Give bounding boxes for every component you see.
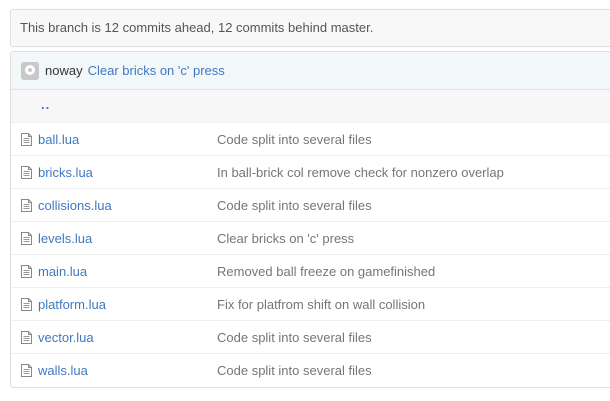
file-icon <box>21 198 32 212</box>
file-icon <box>21 264 32 278</box>
file-name-link[interactable]: main.lua <box>38 264 217 279</box>
file-row: levels.lua Clear bricks on 'c' press <box>11 222 610 255</box>
file-icon <box>21 364 32 377</box>
parent-directory-link[interactable]: .. <box>41 97 50 112</box>
file-icon <box>21 231 32 245</box>
file-name-link[interactable]: levels.lua <box>38 231 217 246</box>
file-commit-message-link[interactable]: Removed ball freeze on gamefinished <box>217 264 435 279</box>
file-row: walls.lua Code split into several files <box>11 354 610 387</box>
file-name-link[interactable]: bricks.lua <box>38 165 217 180</box>
file-row: vector.lua Code split into several files <box>11 321 610 354</box>
avatar[interactable] <box>21 61 39 80</box>
file-commit-message-link[interactable]: Code split into several files <box>217 132 372 147</box>
file-icon <box>21 132 32 146</box>
parent-directory-row[interactable]: .. <box>11 90 610 123</box>
branch-status-bar: This branch is 12 commits ahead, 12 comm… <box>10 9 610 47</box>
file-commit-message-link[interactable]: In ball-brick col remove check for nonze… <box>217 165 504 180</box>
commit-message-link[interactable]: Clear bricks on 'c' press <box>88 63 225 78</box>
file-list: noway Clear bricks on 'c' press .. ball.… <box>10 51 610 388</box>
file-name-link[interactable]: collisions.lua <box>38 198 217 213</box>
file-commit-message-link[interactable]: Fix for platfrom shift on wall collision <box>217 297 425 312</box>
file-icon <box>21 165 32 179</box>
file-commit-message-link[interactable]: Code split into several files <box>217 198 372 213</box>
file-icon <box>21 297 32 311</box>
file-row: bricks.lua In ball-brick col remove check… <box>11 156 610 189</box>
repo-file-browser: This branch is 12 commits ahead, 12 comm… <box>10 9 610 388</box>
file-name-link[interactable]: platform.lua <box>38 297 217 312</box>
file-row: platform.lua Fix for platfrom shift on wa… <box>11 288 610 321</box>
file-name-link[interactable]: walls.lua <box>38 363 217 378</box>
file-commit-message-link[interactable]: Code split into several files <box>217 330 372 345</box>
file-icon <box>21 330 32 344</box>
file-commit-message-link[interactable]: Clear bricks on 'c' press <box>217 231 354 246</box>
commit-author-link[interactable]: noway <box>45 63 83 78</box>
file-commit-message-link[interactable]: Code split into several files <box>217 363 372 378</box>
latest-commit-bar: noway Clear bricks on 'c' press <box>11 52 610 90</box>
file-row: ball.lua Code split into several files <box>11 123 610 156</box>
file-row: collisions.lua Code split into several fi… <box>11 189 610 222</box>
file-name-link[interactable]: vector.lua <box>38 330 217 345</box>
file-row: main.lua Removed ball freeze on gamefinis… <box>11 255 610 288</box>
branch-status-text: This branch is 12 commits ahead, 12 comm… <box>20 20 374 35</box>
file-name-link[interactable]: ball.lua <box>38 132 217 147</box>
